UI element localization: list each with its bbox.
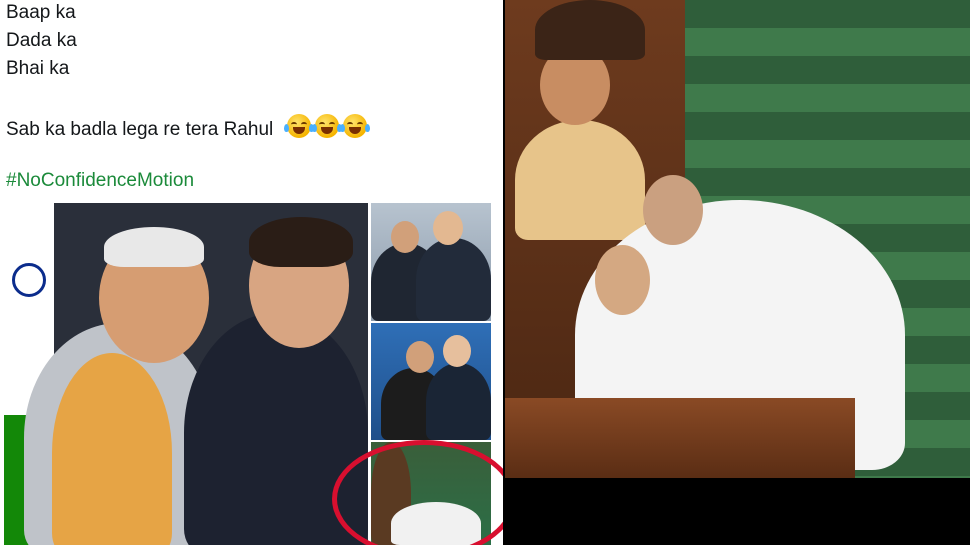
joy-tears-emoji-icon — [283, 114, 314, 138]
black-band — [505, 478, 970, 545]
parliament-hug-photo[interactable] — [505, 0, 970, 478]
standing-man-head — [643, 175, 703, 245]
hug-thumbnail-1[interactable] — [371, 203, 491, 321]
main-hug-photo[interactable] — [4, 203, 368, 545]
joy-tears-emoji-icon — [339, 114, 370, 138]
thumb2-figure-right — [426, 363, 491, 440]
thumb2-head-right — [443, 335, 471, 367]
tweet-badla-text: Sab ka badla lega re tera Rahul — [6, 119, 274, 140]
tweet-line-1: Baap ka — [6, 2, 76, 23]
tweet-panel: Baap ka Dada ka Bhai ka Sab ka badla leg… — [0, 0, 503, 545]
hashtag-link[interactable]: #NoConfidenceMotion — [6, 170, 194, 192]
seated-man-body — [515, 120, 645, 240]
tweet-badla-line: Sab ka badla lega re tera Rahul — [6, 114, 370, 141]
thumb2-head-left — [406, 341, 434, 373]
joy-tears-emoji-icon — [311, 114, 342, 138]
chakra-icon — [12, 263, 46, 297]
thumb1-head-right — [433, 211, 463, 245]
hugging-man-head — [595, 245, 650, 315]
man-left-hair — [104, 227, 204, 267]
emoji-group — [283, 114, 370, 138]
hug-thumbnail-2[interactable] — [371, 323, 491, 440]
tweet-line-2: Dada ka — [6, 30, 77, 51]
man-left-kurta — [52, 353, 172, 545]
thumb1-figure-right — [416, 238, 491, 321]
thumb1-head-left — [391, 221, 419, 253]
tweet-line-3: Bhai ka — [6, 58, 70, 79]
man-right-hair — [249, 217, 353, 267]
top-figure — [535, 0, 645, 60]
desk — [505, 398, 855, 478]
